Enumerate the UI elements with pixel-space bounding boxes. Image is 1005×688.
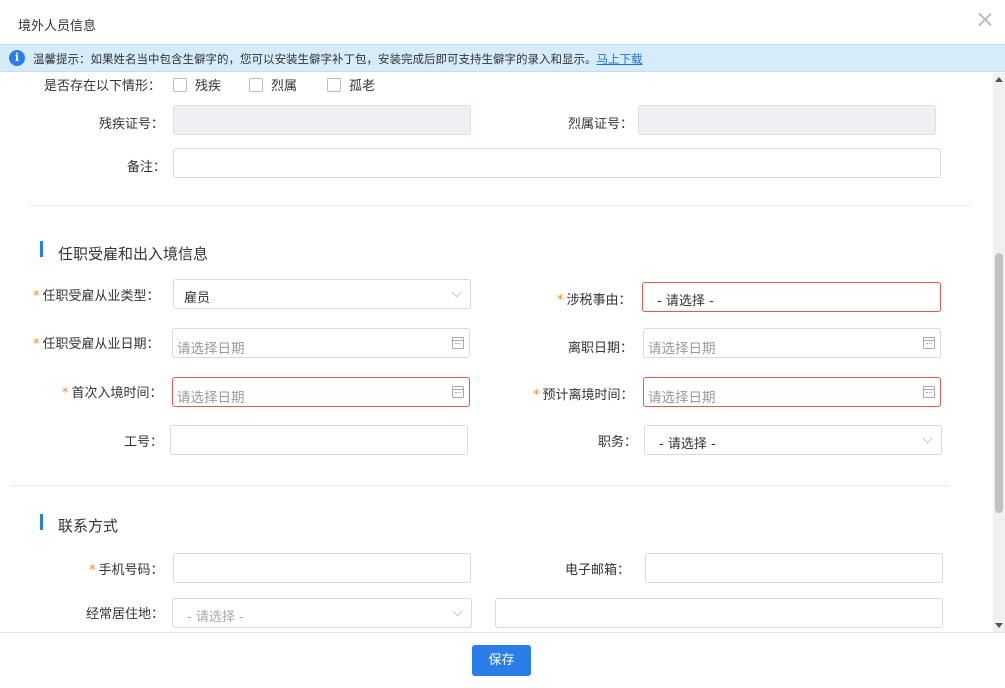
- form-content: 是否存在以下情形： 残疾 烈属 孤老 残疾证号： 烈属证号： 备注： 任职受雇和…: [0, 73, 993, 632]
- remark-label: 备注：: [127, 160, 167, 175]
- employment-date-picker[interactable]: 请选择日期: [172, 328, 470, 358]
- tax-matter-label: * 涉税事由：: [557, 293, 632, 308]
- residence-label: 经常居住地：: [86, 607, 165, 622]
- notice-text: 温馨提示：如果姓名当中包含生僻字的，您可以安装生僻字补丁包，安装完成后即可支持生…: [33, 51, 643, 67]
- residence-detail-input[interactable]: [495, 598, 943, 628]
- notice-message: 温馨提示：如果姓名当中包含生僻字的，您可以安装生僻字补丁包，安装完成后即可支持生…: [33, 52, 597, 66]
- leave-date-picker[interactable]: 请选择日期: [643, 328, 941, 358]
- employee-no-input[interactable]: [170, 425, 468, 455]
- checkbox-box[interactable]: [327, 77, 341, 92]
- first-entry-time-label: * 首次入境时间：: [62, 386, 163, 401]
- phone-label: * 手机号码：: [89, 563, 164, 578]
- email-input[interactable]: [645, 553, 943, 583]
- checkbox-label: 残疾: [195, 79, 222, 94]
- checkbox-disability[interactable]: 残疾: [173, 75, 221, 94]
- checkbox-label: 孤老: [349, 79, 376, 94]
- martyr-cert-input[interactable]: [638, 105, 936, 135]
- employment-type-value: 雇员: [184, 291, 211, 306]
- chevron-down-icon: [452, 606, 463, 617]
- position-select[interactable]: - 请选择 -: [644, 425, 942, 455]
- leave-date-placeholder: 请选择日期: [648, 341, 716, 357]
- employment-type-label: * 任职受雇从业类型：: [33, 289, 160, 304]
- residence-select[interactable]: - 请选择 -: [172, 598, 472, 628]
- section-title-contact: 联系方式: [58, 517, 119, 535]
- save-button[interactable]: 保存: [472, 645, 531, 676]
- position-label: 职务：: [598, 435, 638, 450]
- checkbox-box[interactable]: [249, 77, 263, 92]
- divider: [10, 485, 950, 486]
- residence-value: - 请选择 -: [187, 610, 244, 625]
- expected-departure-placeholder: 请选择日期: [648, 390, 716, 406]
- martyr-cert-label: 烈属证号：: [568, 117, 634, 132]
- checkbox-elderly-alone[interactable]: 孤老: [327, 75, 375, 94]
- section-marker: [40, 241, 43, 257]
- section-title-employment: 任职受雇和出入境信息: [58, 245, 209, 263]
- dialog-footer: 保存: [0, 632, 1005, 688]
- chevron-down-icon: [451, 287, 462, 298]
- dialog-title-bar: 境外人员信息: [0, 0, 1005, 44]
- remark-input[interactable]: [173, 148, 941, 178]
- scroll-up-arrow-icon[interactable]: [995, 77, 1003, 82]
- first-entry-time-placeholder: 请选择日期: [177, 390, 245, 406]
- checkbox-martyr-family[interactable]: 烈属: [249, 75, 297, 94]
- employment-type-select[interactable]: 雇员: [173, 279, 471, 309]
- checkbox-label: 烈属: [271, 79, 298, 94]
- calendar-icon[interactable]: [923, 386, 935, 398]
- vertical-scrollbar[interactable]: [993, 73, 1005, 632]
- tax-matter-value: - 请选择 -: [657, 294, 714, 309]
- disability-cert-input[interactable]: [173, 105, 471, 135]
- calendar-icon[interactable]: [923, 337, 935, 349]
- info-icon: i: [9, 50, 25, 66]
- calendar-icon[interactable]: [452, 386, 464, 398]
- checkbox-box[interactable]: [173, 77, 187, 92]
- chevron-down-icon: [922, 433, 933, 444]
- first-entry-time-picker[interactable]: 请选择日期: [172, 377, 470, 407]
- expected-departure-picker[interactable]: 请选择日期: [643, 377, 941, 407]
- position-value: - 请选择 -: [659, 437, 716, 452]
- tax-matter-select[interactable]: - 请选择 -: [642, 282, 941, 312]
- divider: [30, 205, 970, 206]
- situation-label: 是否存在以下情形：: [44, 79, 162, 94]
- employee-no-label: 工号：: [124, 435, 164, 450]
- leave-date-label: 离职日期：: [568, 341, 634, 356]
- dialog-title: 境外人员信息: [18, 19, 97, 34]
- close-icon[interactable]: [977, 11, 993, 27]
- disability-cert-label: 残疾证号：: [99, 117, 165, 132]
- scroll-down-arrow-icon[interactable]: [995, 623, 1003, 628]
- calendar-icon[interactable]: [452, 337, 464, 349]
- section-marker: [40, 514, 43, 530]
- notice-bar: i 温馨提示：如果姓名当中包含生僻字的，您可以安装生僻字补丁包，安装完成后即可支…: [0, 44, 1005, 72]
- download-link[interactable]: 马上下载: [597, 52, 643, 66]
- employment-date-label: * 任职受雇从业日期：: [33, 337, 160, 352]
- expected-departure-label: * 预计离境时间：: [533, 388, 634, 403]
- email-label: 电子邮箱：: [565, 563, 631, 578]
- employment-date-placeholder: 请选择日期: [177, 341, 245, 357]
- phone-input[interactable]: [173, 553, 471, 583]
- scrollbar-thumb[interactable]: [995, 253, 1003, 513]
